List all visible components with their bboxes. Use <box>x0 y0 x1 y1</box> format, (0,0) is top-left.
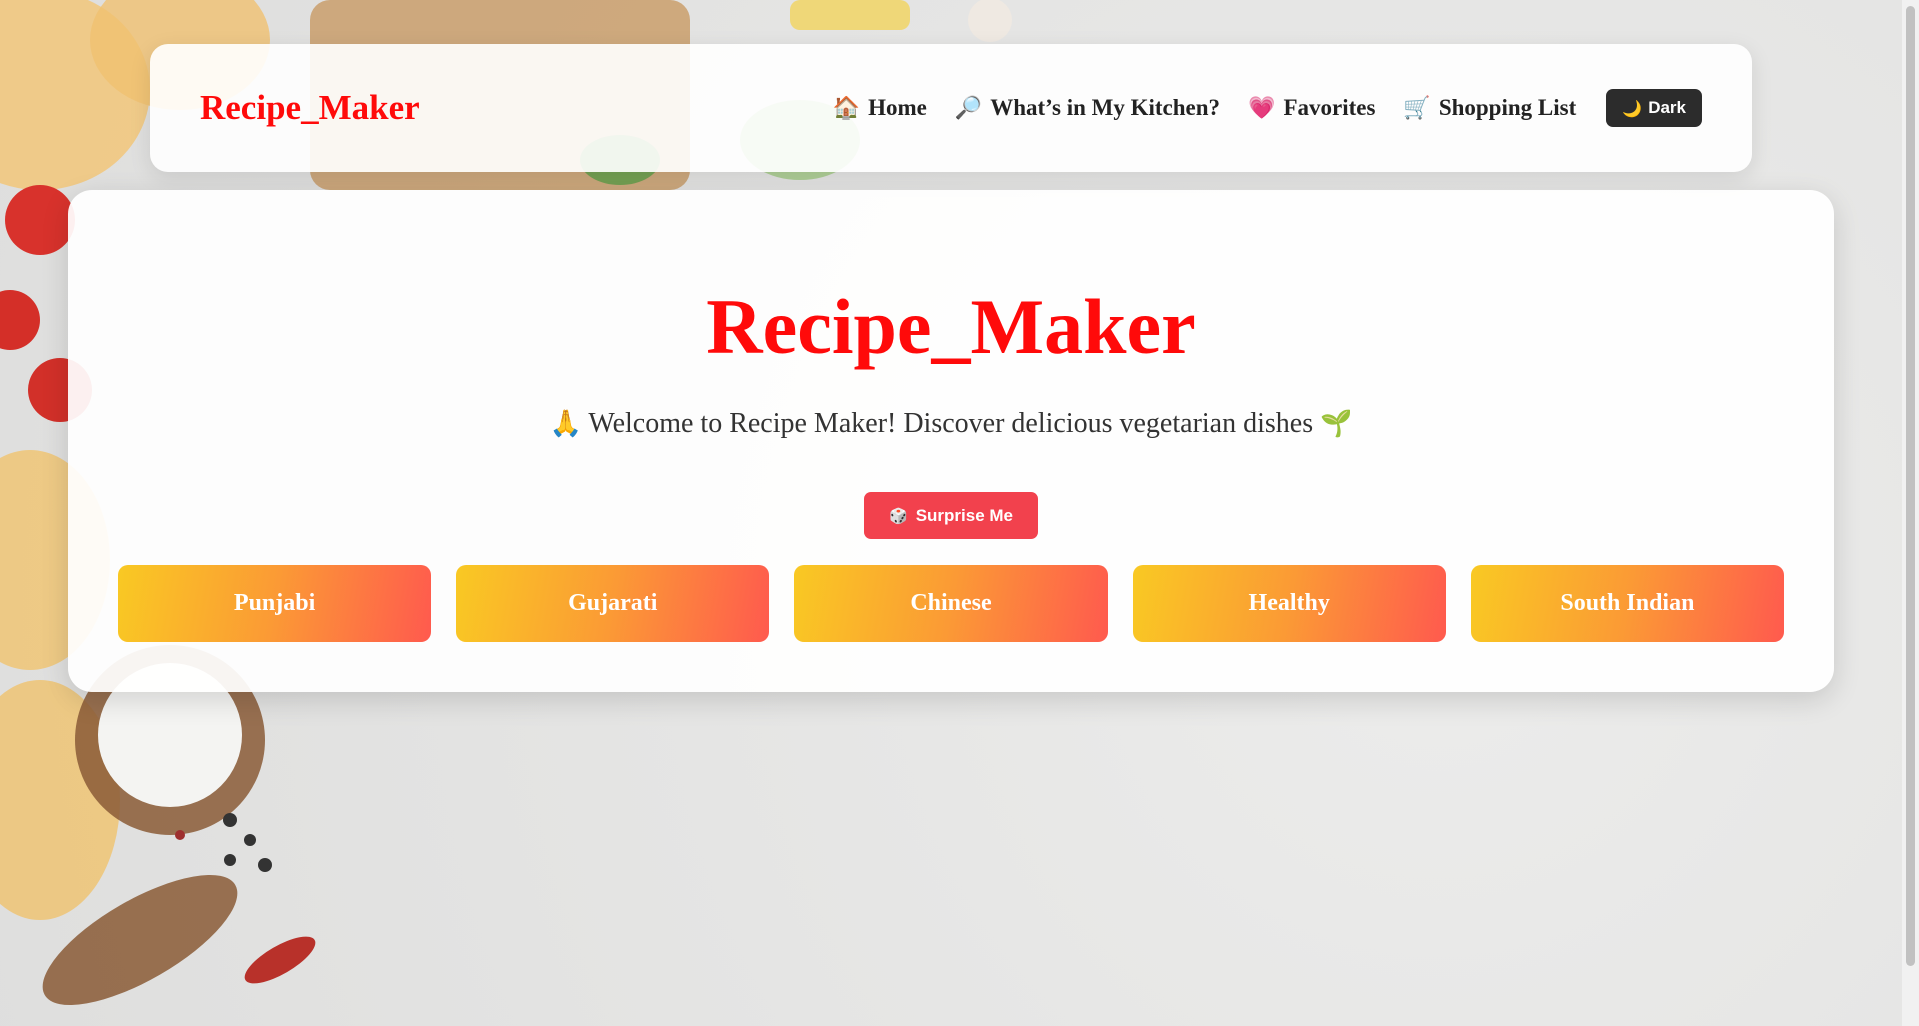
surprise-me-label: Surprise Me <box>915 505 1013 525</box>
dark-mode-label: Dark <box>1648 98 1686 117</box>
nav-kitchen-label: What’s in My Kitchen? <box>990 95 1221 120</box>
hero-subtitle: 🙏 Welcome to Recipe Maker! Discover deli… <box>68 408 1834 440</box>
house-icon: 🏠 <box>832 95 861 121</box>
dice-icon: 🎲 <box>889 506 908 525</box>
hero-card: Recipe_Maker 🙏 Welcome to Recipe Maker! … <box>68 190 1834 692</box>
category-chinese-button[interactable]: Chinese <box>794 565 1108 642</box>
cart-icon: 🛒 <box>1403 95 1431 121</box>
top-navbar: Recipe_Maker 🏠 Home 🔎 What’s in My Kitch… <box>150 44 1752 172</box>
hero-title: Recipe_Maker <box>706 283 1196 370</box>
nav-home-label: Home <box>868 95 927 120</box>
nav-kitchen-link[interactable]: 🔎 What’s in My Kitchen? <box>955 95 1220 121</box>
surprise-me-button[interactable]: 🎲 Surprise Me <box>864 492 1038 539</box>
category-healthy-button[interactable]: Healthy <box>1132 565 1446 642</box>
category-punjabi-button[interactable]: Punjabi <box>118 565 432 642</box>
nav-favorites-link[interactable]: 💗 Favorites <box>1248 95 1375 121</box>
nav-favorites-label: Favorites <box>1283 95 1376 120</box>
hero-subtitle-text: Welcome to Recipe Maker! Discover delici… <box>588 408 1314 439</box>
nav-links: 🏠 Home 🔎 What’s in My Kitchen? 💗 Favorit… <box>833 89 1702 127</box>
page-scrollbar[interactable] <box>1902 0 1919 1026</box>
category-gujarati-button[interactable]: Gujarati <box>456 565 770 642</box>
category-south-indian-button[interactable]: South Indian <box>1470 565 1785 642</box>
brand-logo[interactable]: Recipe_Maker <box>200 88 420 128</box>
moon-icon: 🌙 <box>1622 98 1643 118</box>
category-buttons: Punjabi Gujarati Chinese Healthy South I… <box>118 565 1785 642</box>
scrollbar-thumb[interactable] <box>1906 6 1915 966</box>
nav-home-link[interactable]: 🏠 Home <box>833 95 927 121</box>
magnifier-icon: 🔎 <box>954 95 983 121</box>
dark-mode-toggle-button[interactable]: 🌙 Dark <box>1606 89 1702 127</box>
seedling-icon: 🌱 <box>1320 409 1353 439</box>
nav-shopping-list-link[interactable]: 🛒 Shopping List <box>1403 95 1576 121</box>
nav-shopping-list-label: Shopping List <box>1438 95 1577 120</box>
folded-hands-icon: 🙏 <box>549 409 582 439</box>
heart-icon: 💗 <box>1248 95 1276 121</box>
